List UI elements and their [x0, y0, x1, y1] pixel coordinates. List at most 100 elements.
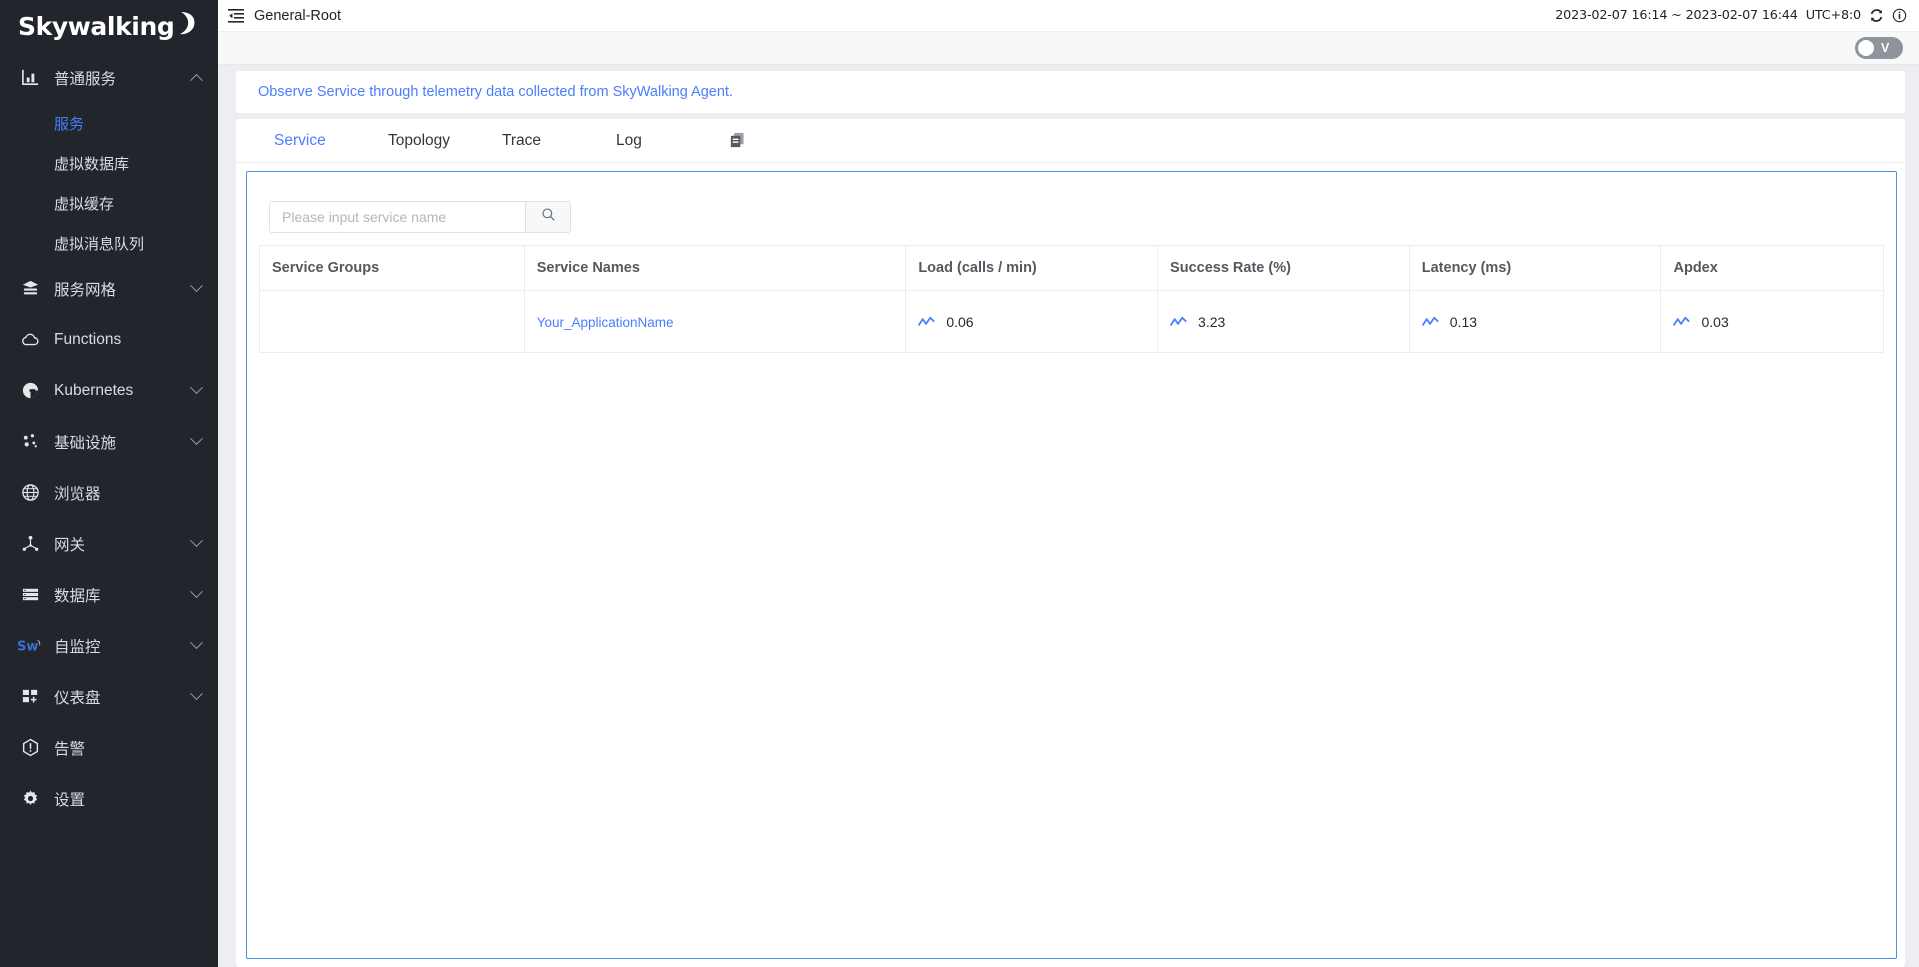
tab-bar: ServiceTopologyTraceLog	[236, 119, 1905, 163]
metric-value: 0.06	[946, 314, 973, 330]
chevron-down-icon[interactable]	[188, 692, 204, 701]
sidebar-subitem-0-1[interactable]: 虚拟数据库	[0, 143, 218, 183]
topbar: General-Root 2023-02-07 16:14 ~ 2023-02-…	[218, 0, 1919, 32]
sidebar-item-0[interactable]: 普通服务	[0, 52, 218, 103]
cell-apdex: 0.03	[1661, 291, 1884, 353]
tab-topology[interactable]: Topology	[378, 132, 492, 150]
search-icon	[541, 207, 556, 227]
sidebar-item-7[interactable]: 数据库	[0, 569, 218, 620]
sidebar-nav: 普通服务服务虚拟数据库虚拟缓存虚拟消息队列服务网格 Functions Kubern…	[0, 52, 218, 824]
chevron-down-icon[interactable]	[188, 641, 204, 650]
metric-value: 0.13	[1450, 314, 1477, 330]
chevron-up-icon[interactable]	[188, 73, 204, 82]
chart-bar-icon	[14, 68, 46, 87]
sidebar-item-4[interactable]: 基础设施	[0, 416, 218, 467]
table-header-row: Service GroupsService NamesLoad (calls /…	[260, 246, 1884, 291]
topbar-right: 2023-02-07 16:14 ~ 2023-02-07 16:44 UTC+…	[1555, 8, 1907, 23]
sidebar-subitem-label: 虚拟消息队列	[54, 233, 144, 254]
table-column-header: Success Rate (%)	[1158, 246, 1410, 291]
sidebar-subitem-label: 服务	[54, 113, 84, 134]
cell-load: 0.06	[906, 291, 1158, 353]
brand-name: Skywalking	[18, 12, 174, 41]
dashboard-grid-icon	[14, 687, 46, 706]
table-column-header: Load (calls / min)	[906, 246, 1158, 291]
sidebar-subitem-0-0[interactable]: 服务	[0, 103, 218, 143]
copy-pages-icon[interactable]	[720, 131, 754, 150]
sidebar-subitem-label: 虚拟缓存	[54, 193, 114, 214]
mesh-layers-icon	[14, 279, 46, 298]
globe-icon	[14, 483, 46, 502]
notice-text: Observe Service through telemetry data c…	[258, 84, 733, 100]
services-table: Service GroupsService NamesLoad (calls /…	[259, 245, 1884, 353]
sidebar: Skywalking 普通服务服务虚拟数据库虚拟缓存虚拟消息队列服务网格 Func…	[0, 0, 218, 967]
sidebar-item-8[interactable]: Sw自监控	[0, 620, 218, 671]
chevron-down-icon[interactable]	[188, 386, 204, 395]
gateway-icon	[14, 534, 46, 553]
sidebar-item-5[interactable]: 浏览器	[0, 467, 218, 518]
search-row	[269, 201, 1884, 233]
table-body: Your_ApplicationName 0.06 3.23 0.13 0.03	[260, 291, 1884, 353]
sidebar-item-6[interactable]: 网关	[0, 518, 218, 569]
chevron-down-icon[interactable]	[188, 284, 204, 293]
sidebar-item-9[interactable]: 仪表盘	[0, 671, 218, 722]
table-row[interactable]: Your_ApplicationName 0.06 3.23 0.13 0.03	[260, 291, 1884, 353]
sidebar-item-label: 告警	[46, 737, 188, 759]
tabs-card: ServiceTopologyTraceLog	[236, 119, 1905, 967]
database-list-icon	[14, 585, 46, 604]
main-area: General-Root 2023-02-07 16:14 ~ 2023-02-…	[218, 0, 1919, 967]
nodes-icon	[14, 432, 46, 451]
cell-latency: 0.13	[1409, 291, 1661, 353]
sidebar-item-label: Kubernetes	[46, 382, 188, 400]
sidebar-item-10[interactable]: 告警	[0, 722, 218, 773]
trend-line-icon	[918, 315, 935, 329]
cloud-icon	[14, 330, 46, 350]
page-title: General-Root	[254, 8, 341, 24]
notice-banner: Observe Service through telemetry data c…	[236, 71, 1905, 113]
sidebar-item-label: 设置	[46, 788, 188, 810]
metric-value: 3.23	[1198, 314, 1225, 330]
sidebar-item-2[interactable]: Functions	[0, 314, 218, 365]
chevron-down-icon[interactable]	[188, 590, 204, 599]
sidebar-item-label: 服务网格	[46, 278, 188, 300]
refresh-icon[interactable]	[1869, 8, 1884, 23]
menu-fold-icon[interactable]	[228, 8, 244, 24]
sidebar-item-3[interactable]: Kubernetes	[0, 365, 218, 416]
cell-service-group	[260, 291, 525, 353]
sidebar-item-label: 自监控	[46, 635, 188, 657]
app-root: Skywalking 普通服务服务虚拟数据库虚拟缓存虚拟消息队列服务网格 Func…	[0, 0, 1919, 967]
service-panel: Service GroupsService NamesLoad (calls /…	[246, 171, 1897, 959]
search-input[interactable]	[269, 201, 525, 233]
info-circle-icon[interactable]	[1892, 8, 1907, 23]
moon-icon	[175, 10, 197, 42]
chevron-down-icon[interactable]	[188, 539, 204, 548]
sidebar-item-11[interactable]: 设置	[0, 773, 218, 824]
sidebar-item-1[interactable]: 服务网格	[0, 263, 218, 314]
chevron-down-icon[interactable]	[188, 437, 204, 446]
timezone-label: UTC+8:0	[1806, 8, 1861, 23]
secondary-toolbar: V	[218, 32, 1919, 65]
tab-service[interactable]: Service	[264, 132, 378, 150]
brand-logo[interactable]: Skywalking	[0, 0, 218, 52]
sidebar-item-label: 网关	[46, 533, 188, 555]
table-column-header: Latency (ms)	[1409, 246, 1661, 291]
view-toggle-switch[interactable]: V	[1855, 37, 1903, 59]
metric-value: 0.03	[1701, 314, 1728, 330]
sidebar-subitem-0-3[interactable]: 虚拟消息队列	[0, 223, 218, 263]
sidebar-item-label: Functions	[46, 331, 188, 349]
trend-line-icon	[1170, 315, 1187, 329]
toggle-label: V	[1881, 41, 1889, 55]
sidebar-subitem-0-2[interactable]: 虚拟缓存	[0, 183, 218, 223]
sidebar-item-label: 仪表盘	[46, 686, 188, 708]
kubernetes-icon	[14, 381, 46, 400]
content-area: Observe Service through telemetry data c…	[218, 65, 1919, 967]
tab-log[interactable]: Log	[606, 132, 720, 150]
trend-line-icon	[1422, 315, 1439, 329]
time-range-label[interactable]: 2023-02-07 16:14 ~ 2023-02-07 16:44	[1555, 8, 1798, 23]
cell-service-name: Your_ApplicationName	[524, 291, 906, 353]
service-name-link[interactable]: Your_ApplicationName	[537, 315, 674, 330]
skywalking-sw-icon: Sw	[14, 637, 46, 655]
table-column-header: Service Groups	[260, 246, 525, 291]
tab-trace[interactable]: Trace	[492, 132, 606, 150]
search-button[interactable]	[525, 201, 571, 233]
trend-line-icon	[1673, 315, 1690, 329]
